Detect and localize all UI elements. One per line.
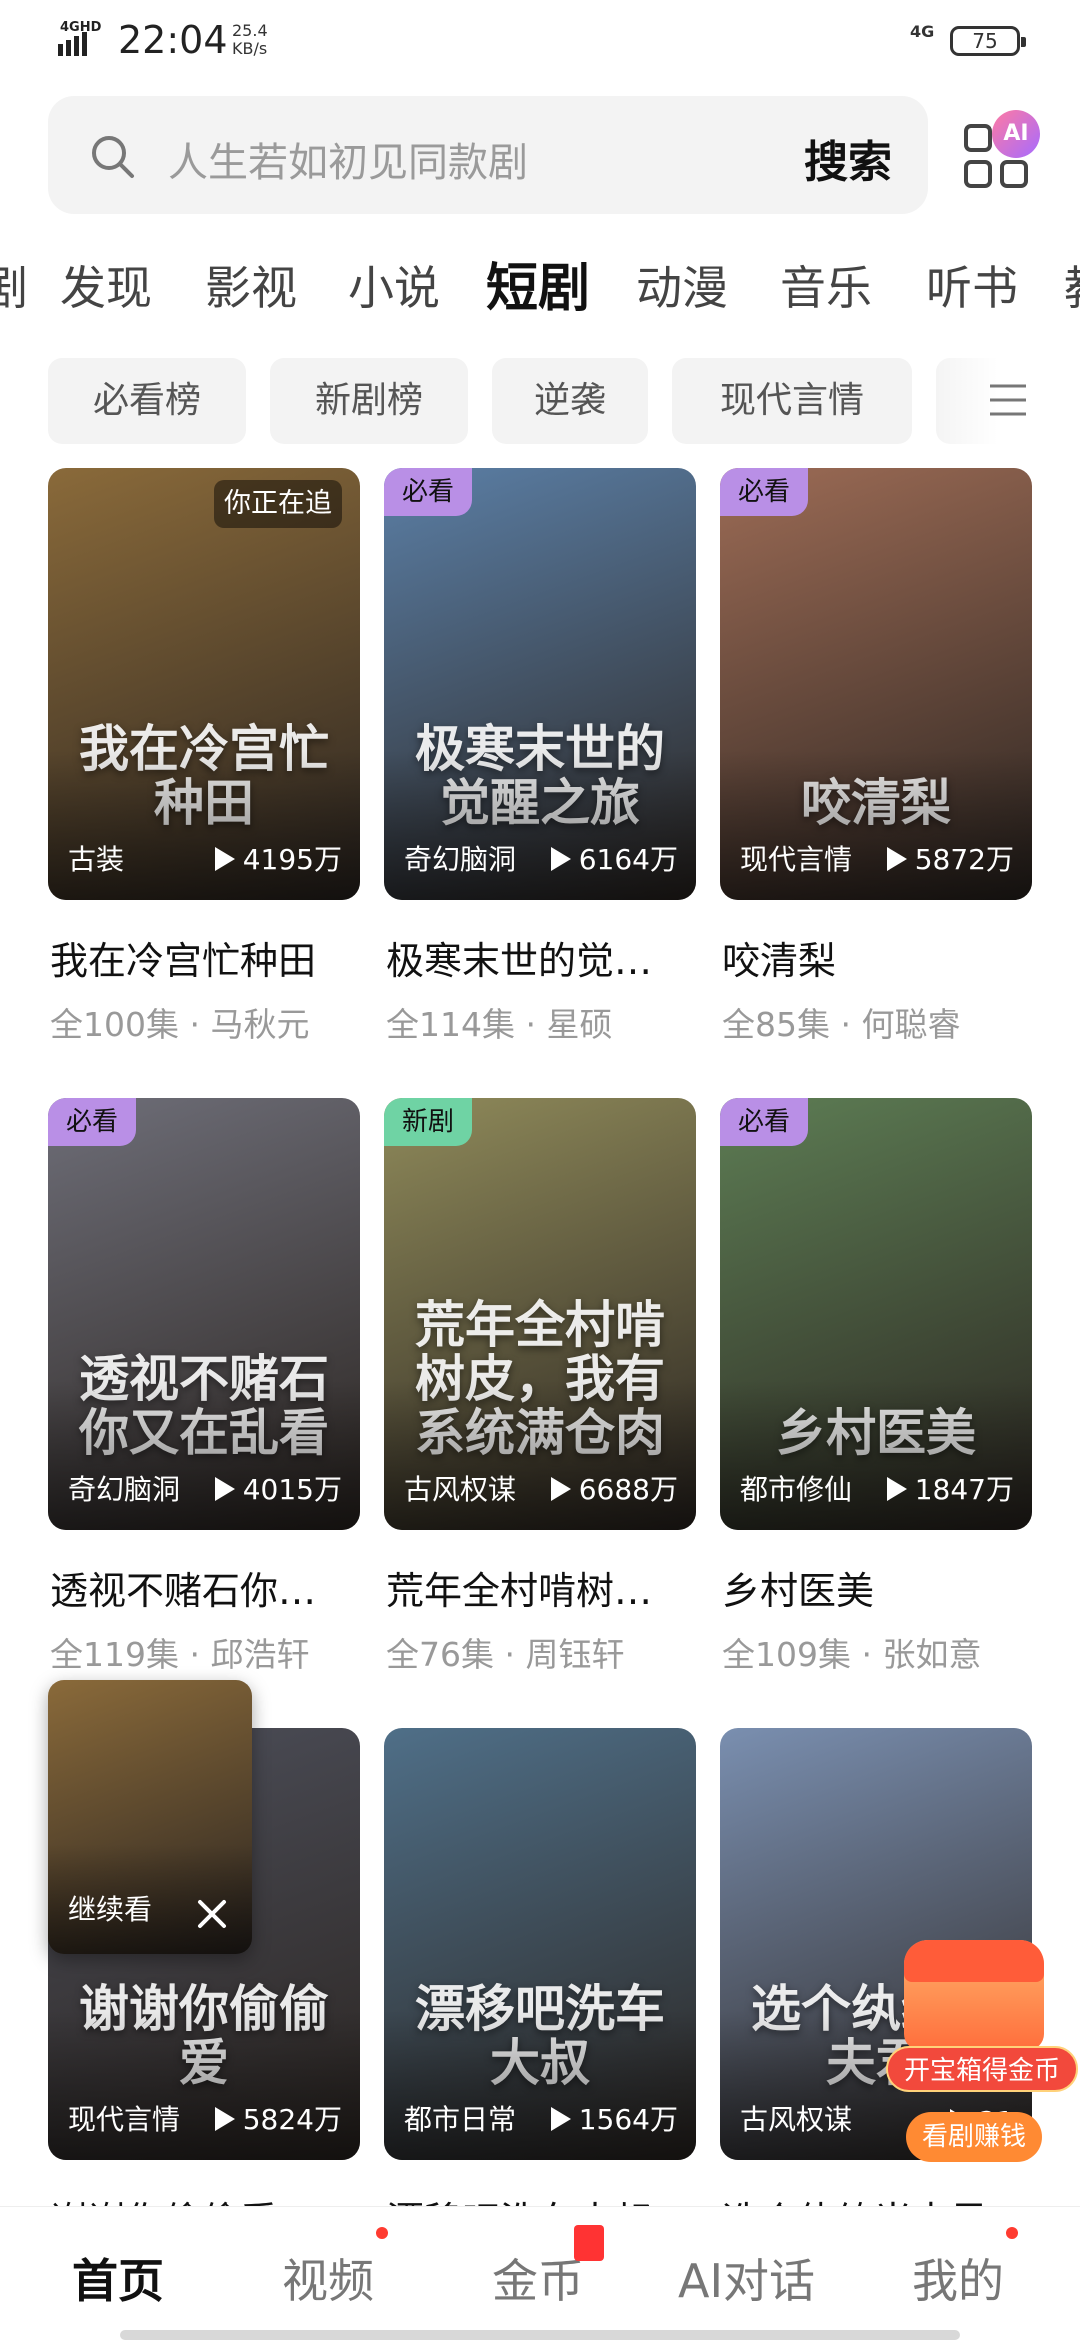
red-packet-icon — [574, 2225, 604, 2261]
poster-badge: 必看 — [720, 468, 809, 516]
mobile-data-icon: 4G — [910, 22, 935, 41]
treasure-label[interactable]: 开宝箱得金币 — [886, 2046, 1079, 2092]
drama-meta: 全85集 · 何聪睿 — [722, 1005, 961, 1044]
tab-film[interactable]: 影视 — [205, 252, 297, 318]
drama-title[interactable]: 透视不赌石你… — [50, 1560, 362, 1615]
tab-partial-left[interactable]: 剧 — [0, 252, 28, 318]
nav-ai-chat[interactable]: AI对话 — [678, 2245, 815, 2311]
clock: 22:04 — [118, 18, 228, 62]
nav-me[interactable]: 我的 — [912, 2245, 1004, 2311]
tab-partial-right[interactable]: 教 — [1064, 252, 1080, 318]
video-notification-dot — [376, 2227, 388, 2239]
drama-meta: 全100集 · 马秋元 — [50, 1005, 310, 1044]
view-count: 1564万 — [550, 2098, 678, 2138]
genre-label: 古装 — [68, 843, 125, 876]
play-icon — [214, 2107, 235, 2131]
genre-label: 都市日常 — [404, 2103, 517, 2136]
play-icon — [550, 1477, 571, 1501]
drama-poster[interactable]: 透视不赌石你又在乱看必看奇幻脑洞4015万 — [48, 1098, 360, 1530]
home-indicator — [120, 2330, 960, 2340]
chip-comeback[interactable]: 逆袭 — [492, 358, 648, 444]
view-count: 1847万 — [886, 1468, 1014, 1508]
search-placeholder: 人生若如初见同款剧 — [168, 140, 528, 186]
tab-music[interactable]: 音乐 — [780, 252, 872, 318]
chip-new-drama[interactable]: 新剧榜 — [270, 358, 468, 444]
drama-title[interactable]: 荒年全村啃树… — [386, 1560, 698, 1615]
drama-poster[interactable]: 极寒末世的觉醒之旅必看奇幻脑洞6164万 — [384, 468, 696, 900]
view-count: 5824万 — [214, 2098, 342, 2138]
drama-poster[interactable]: 漂移吧洗车大叔都市日常1564万 — [384, 1728, 696, 2160]
continue-watching-card[interactable]: 继续看 — [48, 1680, 252, 1954]
category-tabs: 剧 发现 影视 小说 短剧 动漫 音乐 听书 教 — [0, 240, 1080, 320]
tab-anime[interactable]: 动漫 — [636, 252, 728, 318]
menu-icon[interactable] — [986, 378, 1030, 422]
genre-label: 古风权谋 — [740, 2103, 853, 2136]
view-count: 4195万 — [214, 838, 342, 878]
poster-badge: 必看 — [48, 1098, 137, 1146]
tab-audiobook[interactable]: 听书 — [926, 252, 1018, 318]
battery-icon: 75 — [950, 26, 1026, 56]
search-icon — [92, 136, 134, 178]
view-count: 6164万 — [550, 838, 678, 878]
view-count: 4015万 — [214, 1468, 342, 1508]
drama-meta: 全114集 · 星硕 — [386, 1005, 613, 1044]
play-icon — [550, 847, 571, 871]
me-notification-dot — [1006, 2227, 1018, 2239]
drama-meta: 全76集 · 周钰轩 — [386, 1635, 625, 1674]
view-count: 6688万 — [550, 1468, 678, 1508]
genre-label: 奇幻脑洞 — [404, 843, 517, 876]
chip-must-watch[interactable]: 必看榜 — [48, 358, 246, 444]
drama-poster[interactable]: 我在冷宫忙种田你正在追古装4195万 — [48, 468, 360, 900]
close-icon[interactable] — [194, 1896, 230, 1932]
play-icon — [886, 1477, 907, 1501]
search-bar[interactable]: 人生若如初见同款剧 搜索 — [48, 96, 928, 214]
continue-watching-label: 继续看 — [68, 1893, 153, 1926]
chip-modern-romance[interactable]: 现代言情 — [672, 358, 912, 444]
drama-title[interactable]: 咬清梨 — [722, 930, 1034, 985]
poster-badge: 必看 — [720, 1098, 809, 1146]
network-speed: 25.4 KB/s — [232, 21, 268, 58]
bottom-nav: 首页 视频 金币 AI对话 我的 — [0, 2206, 1080, 2340]
play-icon — [886, 847, 907, 871]
nav-video[interactable]: 视频 — [282, 2245, 374, 2311]
signal-icon: 4GHD — [58, 20, 108, 60]
ai-badge[interactable]: AI — [992, 110, 1040, 158]
status-bar: 4GHD 22:04 25.4 KB/s 4G 75 — [0, 0, 1080, 80]
tab-discover[interactable]: 发现 — [60, 252, 152, 318]
drama-poster[interactable]: 咬清梨必看现代言情5872万 — [720, 468, 1032, 900]
poster-badge: 必看 — [384, 468, 473, 516]
drama-meta: 全119集 · 邱浩轩 — [50, 1635, 310, 1674]
drama-title[interactable]: 极寒末世的觉… — [386, 930, 698, 985]
play-icon — [214, 847, 235, 871]
genre-label: 现代言情 — [740, 843, 853, 876]
earn-label[interactable]: 看剧赚钱 — [906, 2112, 1043, 2162]
poster-badge: 新剧 — [384, 1098, 473, 1146]
nav-home[interactable]: 首页 — [72, 2245, 164, 2311]
tab-short-drama[interactable]: 短剧 — [486, 246, 590, 320]
drama-title[interactable]: 我在冷宫忙种田 — [50, 930, 362, 985]
genre-label: 奇幻脑洞 — [68, 1473, 181, 1506]
view-count: 5872万 — [886, 838, 1014, 878]
drama-poster[interactable]: 荒年全村啃树皮，我有系统满仓肉新剧古风权谋6688万 — [384, 1098, 696, 1530]
play-icon — [550, 2107, 571, 2131]
genre-label: 都市修仙 — [740, 1473, 853, 1506]
tab-novel[interactable]: 小说 — [348, 252, 440, 318]
drama-meta: 全109集 · 张如意 — [722, 1635, 982, 1674]
poster-badge: 你正在追 — [214, 480, 342, 528]
drama-poster[interactable]: 乡村医美必看都市修仙1847万 — [720, 1098, 1032, 1530]
genre-label: 古风权谋 — [404, 1473, 517, 1506]
play-icon — [214, 1477, 235, 1501]
nav-coins[interactable]: 金币 — [492, 2245, 584, 2311]
treasure-chest-lid — [904, 1940, 1044, 1982]
search-button[interactable]: 搜索 — [804, 126, 892, 190]
filter-chips: 必看榜 新剧榜 逆袭 现代言情 悬 — [0, 358, 1080, 446]
drama-title[interactable]: 乡村医美 — [722, 1560, 1034, 1615]
genre-label: 现代言情 — [68, 2103, 181, 2136]
